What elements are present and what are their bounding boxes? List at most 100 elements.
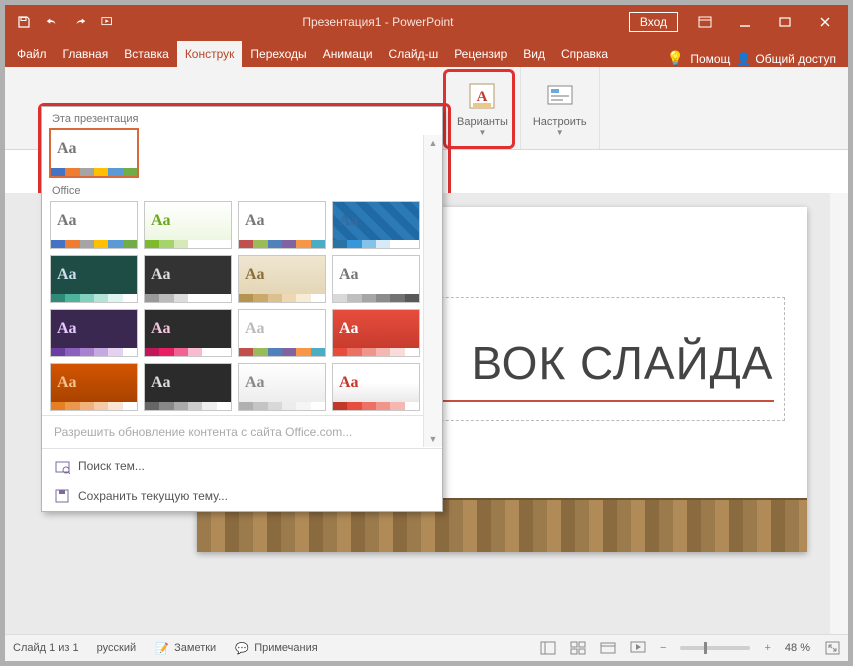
customize-label: Настроить	[533, 116, 587, 128]
quick-access-toolbar	[5, 15, 127, 29]
vertical-scrollbar[interactable]	[830, 193, 848, 635]
tab-animations[interactable]: Анимаци	[315, 41, 381, 67]
theme-color-strip	[145, 240, 231, 248]
comments-button[interactable]: 💬 Примечания	[234, 640, 318, 656]
customize-icon	[544, 80, 576, 112]
theme-preview-text: Aa	[333, 310, 419, 348]
svg-text:A: A	[477, 89, 488, 105]
theme-thumbnail[interactable]: Aa	[144, 255, 232, 303]
share-button[interactable]: 👤 Общий доступ	[736, 52, 836, 66]
tab-view[interactable]: Вид	[515, 41, 553, 67]
theme-thumbnail[interactable]: Aa	[144, 363, 232, 411]
tab-home[interactable]: Главная	[55, 41, 117, 67]
theme-preview-text: Aa	[333, 364, 419, 402]
save-icon[interactable]	[17, 15, 31, 29]
theme-preview-text: Aa	[145, 310, 231, 348]
customize-group[interactable]: Настроить ▼	[521, 67, 600, 149]
titlebar: Презентация1 - PowerPoint Вход	[5, 5, 848, 39]
zoom-out-icon[interactable]: −	[660, 642, 666, 654]
tellme-label[interactable]: Помощ	[690, 52, 730, 66]
gallery-row-this: Aa	[42, 127, 442, 179]
save-current-theme[interactable]: Сохранить текущую тему...	[42, 481, 442, 511]
share-icon: 👤	[736, 52, 751, 66]
theme-color-strip	[239, 348, 325, 356]
tab-insert[interactable]: Вставка	[116, 41, 177, 67]
theme-color-strip	[51, 240, 137, 248]
tellme-icon[interactable]: 💡	[667, 50, 684, 67]
slide-counter[interactable]: Слайд 1 из 1	[13, 642, 79, 654]
theme-thumbnail[interactable]: Aa	[332, 309, 420, 357]
theme-color-strip	[239, 402, 325, 410]
theme-thumbnail[interactable]: Aa	[144, 309, 232, 357]
tab-transitions[interactable]: Переходы	[242, 41, 314, 67]
theme-thumbnail[interactable]: AaГалерея	[238, 363, 326, 411]
undo-icon[interactable]	[45, 15, 59, 29]
theme-thumbnail[interactable]: Aa	[238, 255, 326, 303]
theme-preview-text: Aa	[51, 364, 137, 402]
view-sorter-icon[interactable]	[570, 640, 586, 656]
view-reading-icon[interactable]	[600, 640, 616, 656]
scroll-up-icon[interactable]: ▲	[429, 138, 438, 148]
theme-thumbnail[interactable]: Aa	[238, 201, 326, 249]
close-icon[interactable]	[806, 8, 844, 36]
zoom-in-icon[interactable]: +	[764, 642, 770, 654]
tab-slideshow[interactable]: Слайд-ш	[381, 41, 447, 67]
comments-icon: 💬	[234, 640, 250, 656]
theme-thumbnail[interactable]: Aa	[238, 309, 326, 357]
zoom-slider[interactable]	[680, 646, 750, 650]
theme-preview-text: Aa	[51, 256, 137, 294]
theme-preview-text: Aa	[51, 202, 137, 240]
theme-color-strip	[239, 240, 325, 248]
theme-color-strip	[51, 168, 137, 176]
theme-thumbnail[interactable]: Aa	[144, 201, 232, 249]
theme-color-strip	[51, 348, 137, 356]
minimize-icon[interactable]	[726, 8, 764, 36]
theme-preview-text: Aa	[239, 256, 325, 294]
browse-themes-label: Поиск тем...	[78, 459, 145, 473]
theme-preview-text: Aa	[239, 202, 325, 240]
zoom-value[interactable]: 48 %	[785, 642, 810, 654]
title-buttons: Вход	[629, 8, 848, 36]
theme-preview-text: Aa	[145, 202, 231, 240]
ribbon-tabs: Файл Главная Вставка Конструк Переходы А…	[5, 39, 848, 67]
theme-preview-text: Aa	[51, 130, 137, 168]
browse-themes[interactable]: Поиск тем...	[42, 451, 442, 481]
comments-label: Примечания	[254, 642, 318, 654]
variants-label: Варианты	[457, 116, 508, 128]
share-label: Общий доступ	[755, 52, 836, 66]
app-window: Презентация1 - PowerPoint Вход Файл Глав…	[0, 0, 853, 666]
theme-thumbnail[interactable]: Aa	[50, 255, 138, 303]
theme-color-strip	[333, 402, 419, 410]
browse-icon	[54, 458, 70, 474]
tab-file[interactable]: Файл	[9, 41, 55, 67]
notes-icon: 📝	[154, 640, 170, 656]
maximize-icon[interactable]	[766, 8, 804, 36]
theme-color-strip	[333, 294, 419, 302]
language-indicator[interactable]: русский	[97, 642, 136, 654]
theme-thumbnail[interactable]: Aa	[332, 255, 420, 303]
signin-button[interactable]: Вход	[629, 12, 678, 32]
fit-to-window-icon[interactable]	[824, 640, 840, 656]
gallery-scrollbar[interactable]: ▲ ▼	[423, 135, 442, 447]
notes-button[interactable]: 📝 Заметки	[154, 640, 216, 656]
theme-thumbnail[interactable]: Aa	[50, 309, 138, 357]
theme-thumbnail[interactable]: Aa	[332, 201, 420, 249]
variants-icon: A	[466, 80, 498, 112]
scroll-down-icon[interactable]: ▼	[429, 434, 438, 444]
tab-help[interactable]: Справка	[553, 41, 616, 67]
redo-icon[interactable]	[73, 15, 87, 29]
enable-content-updates: Разрешить обновление контента с сайта Of…	[42, 418, 442, 446]
variants-group[interactable]: A Варианты ▼	[445, 67, 521, 149]
tab-design[interactable]: Конструк	[177, 41, 243, 67]
tab-review[interactable]: Рецензир	[446, 41, 515, 67]
start-from-beginning-icon[interactable]	[101, 15, 115, 29]
theme-thumbnail[interactable]: Aa	[50, 201, 138, 249]
theme-thumbnail[interactable]: Aa	[332, 363, 420, 411]
theme-color-strip	[333, 240, 419, 248]
view-normal-icon[interactable]	[540, 640, 556, 656]
save-theme-label: Сохранить текущую тему...	[78, 489, 228, 503]
theme-thumbnail[interactable]: Aa	[50, 363, 138, 411]
view-slideshow-icon[interactable]	[630, 640, 646, 656]
ribbon-display-options-icon[interactable]	[686, 8, 724, 36]
theme-thumbnail[interactable]: Aa	[50, 129, 138, 177]
